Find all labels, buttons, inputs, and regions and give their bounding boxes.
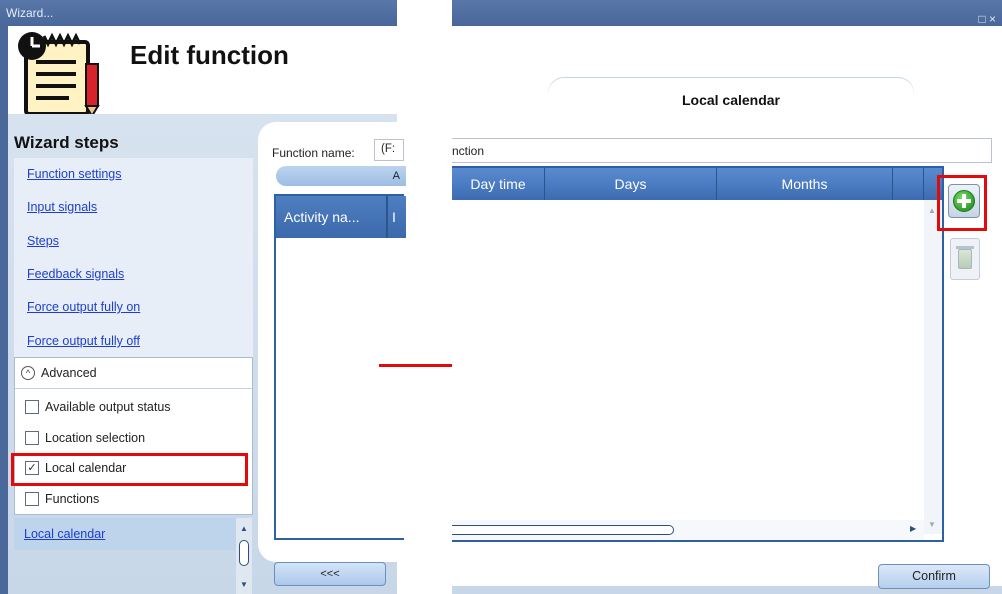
column-months[interactable]: Months [717, 168, 893, 200]
step-link-force-output-fully-on[interactable]: Force output fully on [27, 300, 140, 314]
tab-local-calendar-label: Local calendar [681, 92, 781, 108]
window-title-bar: □ × [452, 0, 1002, 26]
tab-activity[interactable]: A [276, 166, 406, 186]
step-link-input-signals[interactable]: Input signals [27, 200, 97, 214]
step-link-local-calendar[interactable]: Local calendar [24, 527, 105, 541]
left-window-frame [0, 26, 8, 594]
advanced-toggle[interactable]: ^ Advanced [21, 366, 97, 380]
column-partial[interactable]: I [392, 196, 396, 238]
back-button[interactable]: <<< [274, 562, 386, 586]
column-activity-name[interactable]: Activity na... [284, 209, 359, 225]
option-available-output-status[interactable]: Available output status [25, 400, 171, 414]
checkbox[interactable] [25, 492, 39, 506]
function-name-label: Function name: [272, 146, 355, 160]
scroll-thumb[interactable] [239, 540, 249, 566]
option-functions[interactable]: Functions [25, 492, 99, 506]
confirm-button[interactable]: Confirm [878, 564, 990, 589]
grid-horizontal-scrollbar[interactable]: ▶ [452, 520, 924, 540]
advanced-label: Advanced [41, 366, 97, 380]
scroll-up-icon[interactable]: ▲ [240, 524, 248, 533]
delete-row-button[interactable] [950, 238, 980, 280]
steps-scrollbar[interactable]: ▲ ▼ [236, 518, 252, 594]
calendar-grid: Day time Days Months ▲ ▼ ▶ [452, 166, 944, 542]
recycle-bin-icon [958, 249, 972, 269]
checkbox[interactable] [25, 400, 39, 414]
highlight-add-button [937, 175, 987, 231]
advanced-options-box: ^ Advanced Available output status Locat… [14, 357, 253, 515]
column-divider [386, 196, 388, 238]
step-link-function-settings[interactable]: Function settings [27, 167, 122, 181]
grid-header: Day time Days Months [452, 168, 942, 200]
step-link-force-output-fully-off[interactable]: Force output fully off [27, 334, 140, 348]
column-extra[interactable] [893, 168, 924, 200]
window-title: Wizard... [0, 0, 397, 26]
scroll-down-icon[interactable]: ▼ [240, 580, 248, 589]
calendar-clock-pencil-icon [18, 32, 100, 116]
highlight-local-calendar-checkbox [11, 453, 248, 486]
option-location-selection[interactable]: Location selection [25, 431, 145, 445]
divider [15, 388, 252, 389]
step-link-steps[interactable]: Steps [27, 234, 59, 248]
wizard-steps-title: Wizard steps [14, 133, 119, 152]
column-day-time[interactable]: Day time [452, 168, 545, 200]
chevron-up-icon: ^ [21, 366, 35, 380]
option-label: Location selection [45, 431, 146, 445]
option-label: Available output status [45, 400, 171, 414]
scroll-thumb[interactable] [452, 525, 674, 535]
function-name-input[interactable]: nction [452, 138, 992, 163]
activity-grid: Activity na... I [274, 194, 406, 540]
scroll-down-icon[interactable]: ▼ [928, 520, 936, 529]
column-days[interactable]: Days [545, 168, 717, 200]
grid-vertical-scrollbar[interactable]: ▲ ▼ [924, 200, 942, 534]
page-title: Edit function [130, 40, 289, 70]
grid-header: Activity na... I [276, 196, 406, 238]
scroll-up-icon[interactable]: ▲ [928, 206, 936, 215]
step-link-feedback-signals[interactable]: Feedback signals [27, 267, 124, 281]
option-label: Functions [45, 492, 100, 506]
function-name-input[interactable]: (F: [374, 139, 404, 161]
wizard-steps-list: Function settings Input signals Steps Fe… [14, 158, 253, 358]
checkbox[interactable] [25, 431, 39, 445]
scroll-right-icon[interactable]: ▶ [910, 524, 916, 533]
